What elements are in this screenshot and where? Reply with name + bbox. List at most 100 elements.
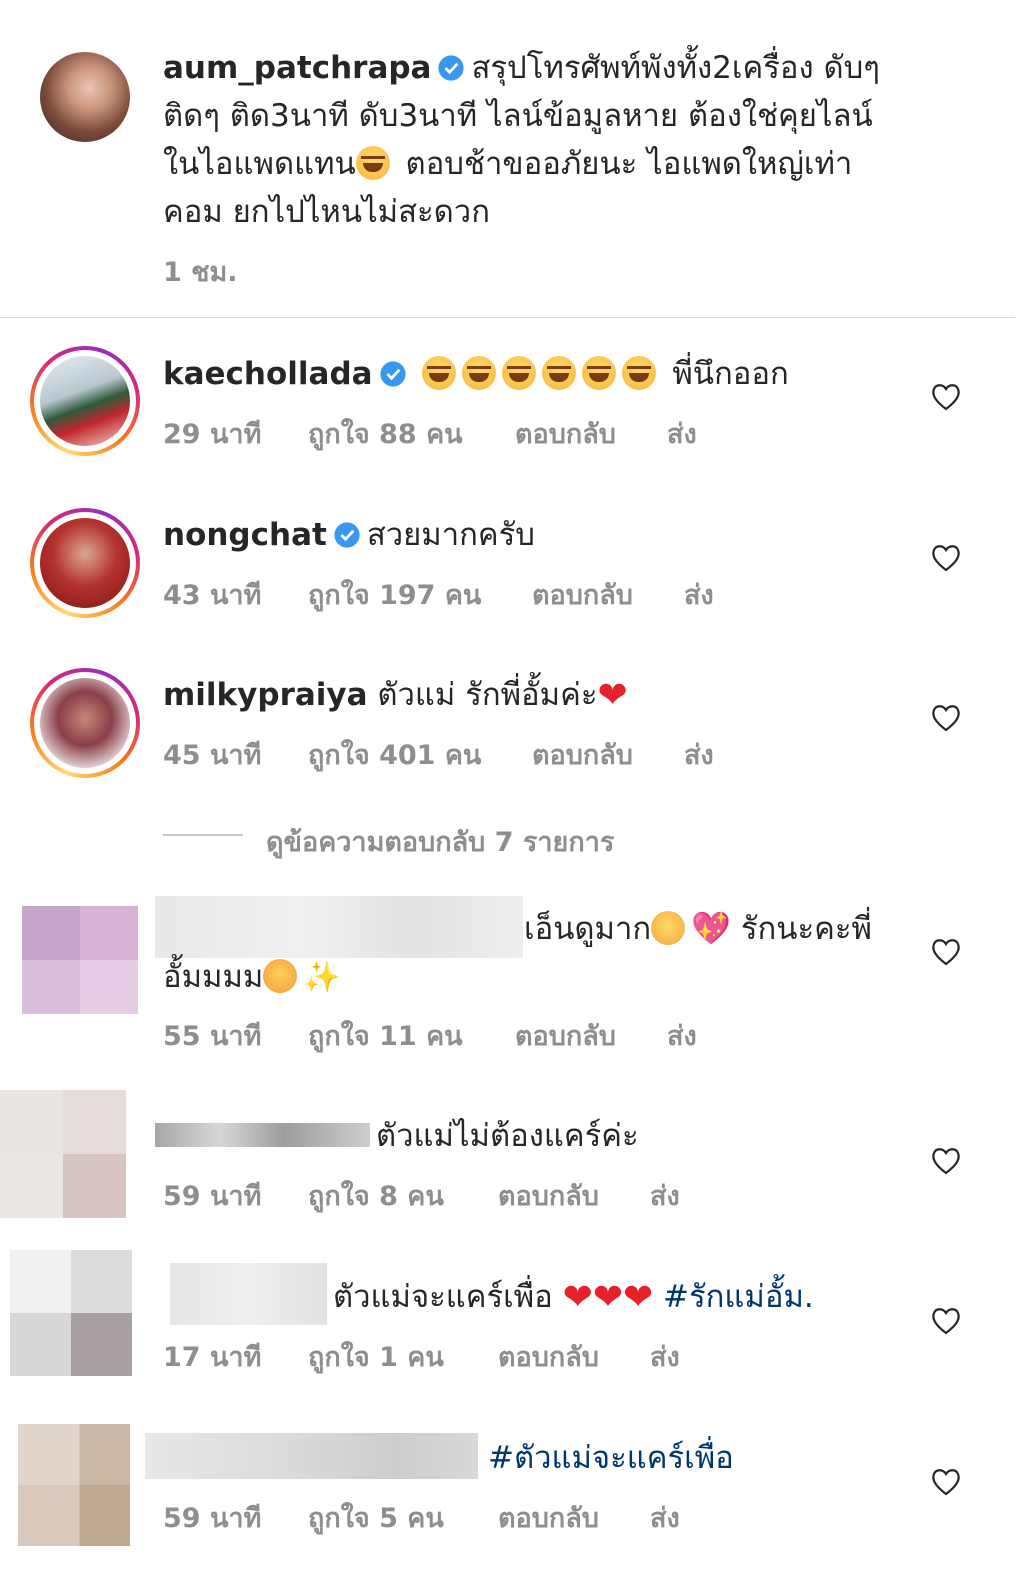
sparkling-heart-emoji-icon: 💖 — [691, 909, 731, 947]
comment-meta: 55 นาที ถูกใจ 11 คน ตอบกลับ ส่ง — [163, 1014, 697, 1057]
caption-line-3: ในไอแพดแทน ตอบช้าขออภัยนะ ไอแพดใหญ่เท่า — [163, 142, 852, 186]
comment-text: พี่นึกออก — [672, 356, 789, 392]
laugh-emoji-icon — [462, 356, 497, 390]
caption-text-3: ในไอแพดแทน — [163, 146, 356, 182]
avatar-story-ring[interactable] — [30, 668, 140, 778]
reply-text-2: อั้มมมม — [163, 959, 264, 995]
view-replies-button[interactable]: ดูข้อความตอบกลับ 7 รายการ — [266, 820, 614, 863]
reply-text: เอ็นดูมาก — [524, 911, 652, 947]
blurred-avatar[interactable] — [22, 906, 138, 1014]
caption-username[interactable]: aum_patchrapa — [163, 50, 431, 86]
reply-3-line: ตัวแม่จะแคร์เพื่อ ❤❤❤ #รักแม่อั้ม. — [333, 1275, 814, 1320]
comment-likes[interactable]: ถูกใจ 197 คน — [308, 573, 532, 616]
like-heart-icon[interactable] — [930, 1146, 962, 1176]
blurred-avatar[interactable] — [10, 1250, 132, 1376]
sparkles-emoji-icon: ✨ — [303, 960, 341, 995]
reply-button[interactable]: ตอบกลับ — [515, 1014, 667, 1057]
smiling-hearts-emoji-icon — [263, 959, 298, 993]
like-heart-icon[interactable] — [930, 382, 962, 412]
verified-icon — [438, 55, 465, 81]
comment-meta: 45 นาที ถูกใจ 401 คน ตอบกลับ ส่ง — [163, 733, 714, 776]
comment-text: ตัวแม่ รักพี่อั้มค่ะ — [377, 677, 598, 713]
comment-text: สวยมากครับ — [366, 517, 535, 553]
comment-likes[interactable]: ถูกใจ 8 คน — [308, 1174, 498, 1217]
send-button[interactable]: ส่ง — [684, 573, 714, 616]
verified-icon — [334, 522, 360, 548]
verified-icon — [379, 361, 406, 387]
comment-username[interactable]: kaechollada — [163, 356, 373, 392]
laugh-emoji-icon — [502, 356, 537, 390]
reply-text-b: รักนะคะพี่ — [731, 911, 872, 947]
laugh-emoji-icon — [542, 356, 577, 390]
like-heart-icon[interactable] — [930, 703, 962, 733]
hashtag-text[interactable]: #ตัวแม่จะแคร์เพื่อ — [488, 1440, 734, 1476]
comment-meta: 17 นาที ถูกใจ 1 คน ตอบกลับ ส่ง — [163, 1335, 680, 1378]
laugh-emoji-icon — [622, 356, 657, 390]
comment-likes[interactable]: ถูกใจ 1 คน — [308, 1335, 498, 1378]
reply-button[interactable]: ตอบกลับ — [532, 733, 684, 776]
blurred-username — [145, 1433, 478, 1479]
reply-button[interactable]: ตอบกลับ — [515, 412, 667, 455]
rofl-emoji-icon — [355, 146, 390, 180]
comment-username[interactable]: nongchat — [163, 517, 327, 553]
comment-time: 29 นาที — [163, 419, 262, 450]
laugh-emoji-icon — [422, 356, 457, 390]
caption-text-5: คอม ยกไปไหนไม่สะดวก — [163, 194, 490, 230]
avatar — [40, 356, 130, 446]
hashtag-link[interactable]: #ตัวแม่จะแคร์เพื่อ — [488, 1436, 734, 1480]
like-heart-icon[interactable] — [930, 543, 962, 573]
send-button[interactable]: ส่ง — [650, 1335, 680, 1378]
comment-likes[interactable]: ถูกใจ 5 คน — [308, 1496, 498, 1539]
caption-text-2: ติดๆ ติด3นาที ดับ3นาที ไลน์ข้อมูลหาย ต้อ… — [163, 98, 873, 134]
comment-meta: 29 นาที ถูกใจ 88 คน ตอบกลับ ส่ง — [163, 412, 697, 455]
reply-1-line-1: เอ็นดูมาก 💖 รักนะคะพี่ — [524, 906, 872, 951]
comment-likes[interactable]: ถูกใจ 401 คน — [308, 733, 532, 776]
view-replies-line — [163, 834, 243, 836]
comment-1-line: kaechollada พี่นึกออก — [163, 352, 789, 396]
reply-button[interactable]: ตอบกลับ — [498, 1335, 650, 1378]
send-button[interactable]: ส่ง — [684, 733, 714, 776]
send-button[interactable]: ส่ง — [650, 1496, 680, 1539]
send-button[interactable]: ส่ง — [667, 1014, 697, 1057]
send-button[interactable]: ส่ง — [650, 1174, 680, 1217]
red-heart-emoji-icon: ❤ — [562, 1277, 593, 1318]
caption-text-1: สรุปโทรศัพท์พังทั้ง2เครื่อง ดับๆ — [471, 50, 880, 86]
caption-line-1: aum_patchrapa สรุปโทรศัพท์พังทั้ง2เครื่อง… — [163, 46, 880, 90]
blurred-username — [170, 1263, 327, 1325]
like-heart-icon[interactable] — [930, 937, 962, 967]
comment-3-line: milkypraiya ตัวแม่ รักพี่อั้มค่ะ❤ — [163, 673, 628, 718]
like-heart-icon[interactable] — [930, 1306, 962, 1336]
pleading-face-emoji-icon — [651, 911, 686, 945]
comment-meta: 43 นาที ถูกใจ 197 คน ตอบกลับ ส่ง — [163, 573, 714, 616]
comment-likes[interactable]: ถูกใจ 88 คน — [308, 412, 515, 455]
comment-time: 59 นาที — [163, 1181, 262, 1212]
comment-meta: 59 นาที ถูกใจ 8 คน ตอบกลับ ส่ง — [163, 1174, 680, 1217]
red-heart-emoji-icon: ❤ — [592, 1277, 623, 1318]
reply-text: ตัวแม่ไม่ต้องแคร์ค่ะ — [376, 1118, 639, 1154]
avatar — [40, 518, 130, 608]
caption-text-4: ตอบช้าขออภัยนะ ไอแพดใหญ่เท่า — [395, 146, 853, 182]
comment-likes[interactable]: ถูกใจ 11 คน — [308, 1014, 515, 1057]
reply-text: ตัวแม่จะแคร์เพื่อ — [333, 1279, 563, 1315]
comment-meta: 59 นาที ถูกใจ 5 คน ตอบกลับ ส่ง — [163, 1496, 680, 1539]
reply-button[interactable]: ตอบกลับ — [532, 573, 684, 616]
avatar-story-ring[interactable] — [30, 346, 140, 456]
laugh-emoji-icon — [582, 356, 617, 390]
reply-button[interactable]: ตอบกลับ — [498, 1174, 650, 1217]
red-heart-emoji-icon: ❤ — [597, 675, 628, 716]
avatar — [40, 678, 130, 768]
caption-avatar[interactable] — [40, 52, 130, 142]
avatar-story-ring[interactable] — [30, 508, 140, 618]
hashtag-link[interactable]: #รักแม่อั้ม. — [663, 1279, 814, 1315]
blurred-avatar[interactable] — [18, 1424, 130, 1546]
comment-time: 55 นาที — [163, 1021, 262, 1052]
comment-2-line: nongchat สวยมากครับ — [163, 513, 535, 557]
like-heart-icon[interactable] — [930, 1467, 962, 1497]
comment-time: 17 นาที — [163, 1342, 262, 1373]
divider — [0, 317, 1015, 318]
comment-username[interactable]: milkypraiya — [163, 677, 368, 713]
blurred-avatar[interactable] — [0, 1090, 126, 1218]
send-button[interactable]: ส่ง — [667, 412, 697, 455]
reply-button[interactable]: ตอบกลับ — [498, 1496, 650, 1539]
reply-1-line-2: อั้มมมม ✨ — [163, 955, 341, 1000]
